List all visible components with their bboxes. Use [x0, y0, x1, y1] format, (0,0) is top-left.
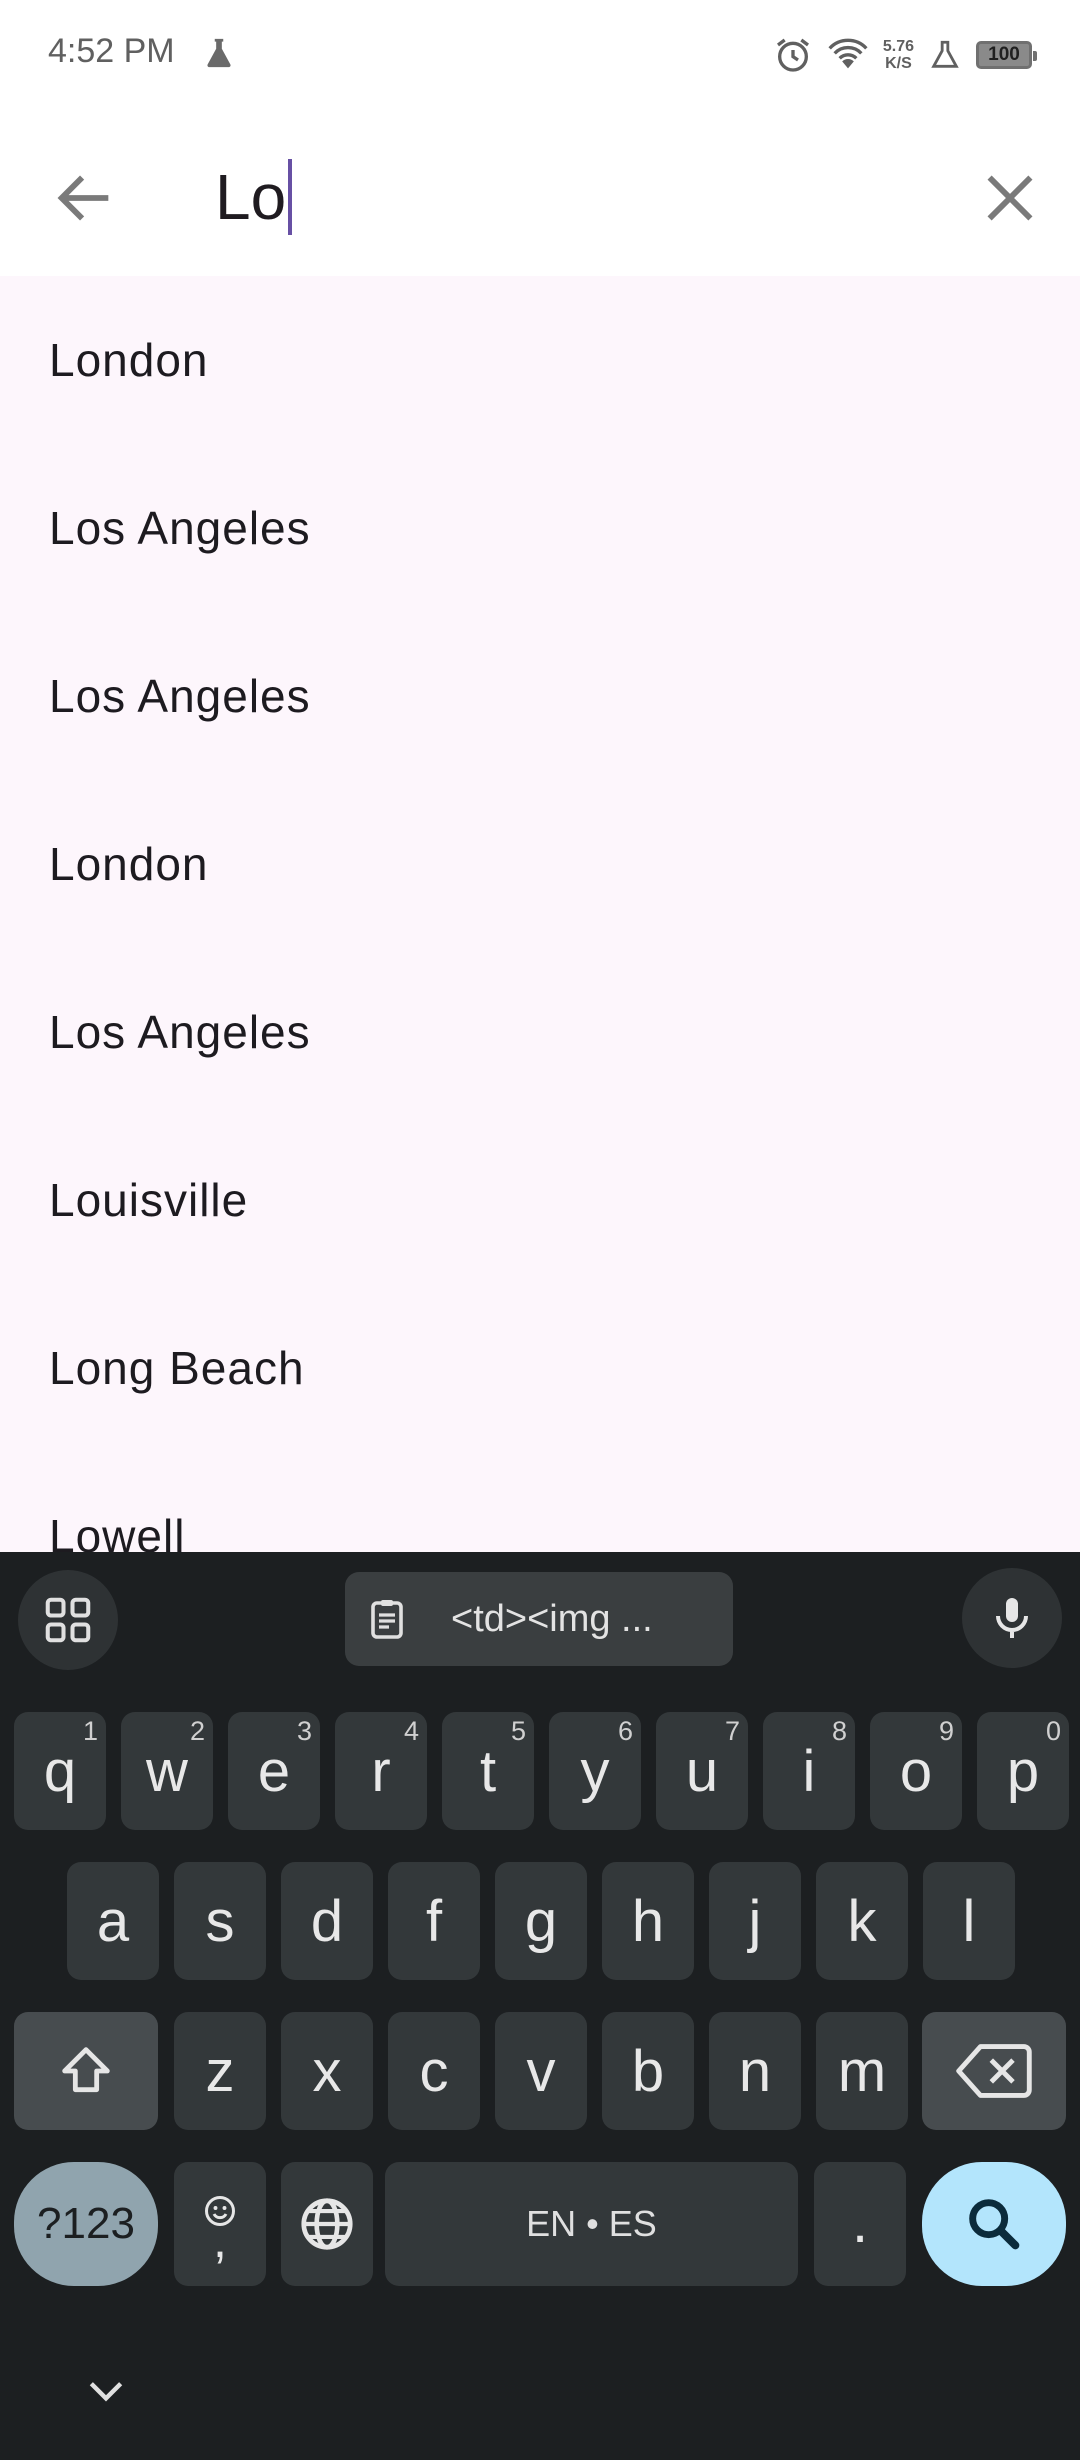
- key-o[interactable]: o9: [870, 1712, 962, 1830]
- key-label: w: [146, 1738, 188, 1804]
- status-time: 4:52 PM: [48, 32, 175, 70]
- search-header: Lo: [0, 110, 1080, 276]
- key-label: p: [1006, 1738, 1040, 1804]
- key-hint: 6: [617, 1716, 633, 1746]
- comma-emoji-key[interactable]: ,: [174, 2162, 266, 2286]
- search-query: Lo: [215, 161, 287, 233]
- period-key[interactable]: .: [814, 2162, 906, 2286]
- key-label: e: [257, 1738, 291, 1804]
- key-t[interactable]: t5: [442, 1712, 534, 1830]
- language-key[interactable]: [281, 2162, 373, 2286]
- key-label: y: [580, 1738, 610, 1804]
- key-q[interactable]: q1: [14, 1712, 106, 1830]
- key-r[interactable]: r4: [335, 1712, 427, 1830]
- symbols-key[interactable]: ?123: [14, 2162, 158, 2286]
- shift-icon: [62, 2047, 110, 2093]
- backspace-icon: [956, 2044, 1032, 2098]
- chevron-down-icon[interactable]: [84, 2376, 128, 2406]
- key-u[interactable]: u7: [656, 1712, 748, 1830]
- status-icons: 5.76 K/S 100: [773, 30, 1037, 80]
- clipboard-icon: [371, 1600, 403, 1639]
- network-speed-value: 5.76: [882, 38, 914, 55]
- key-hint: 5: [510, 1716, 526, 1746]
- key-l[interactable]: l: [923, 1862, 1015, 1980]
- key-hint: 2: [189, 1716, 205, 1746]
- key-v[interactable]: v: [495, 2012, 587, 2130]
- key-x[interactable]: x: [281, 2012, 373, 2130]
- keyboard: <td><img ... q1 w2 e3 r4 t5 y6 u7 i8 o9 …: [0, 1552, 1080, 2460]
- key-p[interactable]: p0: [977, 1712, 1069, 1830]
- key-label: o: [899, 1738, 933, 1804]
- shift-key[interactable]: [14, 2012, 158, 2130]
- clipboard-text: <td><img ...: [451, 1597, 653, 1640]
- lab-icon: [931, 40, 959, 68]
- apps-grid-icon: [45, 1597, 91, 1643]
- list-item[interactable]: London: [0, 780, 1080, 948]
- key-w[interactable]: w2: [121, 1712, 213, 1830]
- key-e[interactable]: e3: [228, 1712, 320, 1830]
- key-hint: 3: [296, 1716, 312, 1746]
- battery-icon: 100: [976, 41, 1037, 69]
- key-label: t: [479, 1738, 497, 1804]
- key-i[interactable]: i8: [763, 1712, 855, 1830]
- globe-icon: [301, 2198, 353, 2250]
- key-s[interactable]: s: [174, 1862, 266, 1980]
- key-hint: 0: [1045, 1716, 1061, 1746]
- list-item[interactable]: Los Angeles: [0, 948, 1080, 1116]
- text-caret: [288, 159, 293, 235]
- key-hint: 4: [403, 1716, 419, 1746]
- key-m[interactable]: m: [816, 2012, 908, 2130]
- search-input[interactable]: Lo: [215, 152, 915, 242]
- voice-input-button[interactable]: [962, 1568, 1062, 1668]
- flask-icon: [207, 38, 231, 68]
- comma-label: ,: [213, 2212, 227, 2268]
- key-k[interactable]: k: [816, 1862, 908, 1980]
- key-c[interactable]: c: [388, 2012, 480, 2130]
- key-hint: 9: [938, 1716, 954, 1746]
- list-item[interactable]: Louisville: [0, 1116, 1080, 1284]
- list-item[interactable]: Lowell: [0, 1452, 1080, 1552]
- space-key[interactable]: EN • ES: [385, 2162, 798, 2286]
- search-key[interactable]: [922, 2162, 1066, 2286]
- key-hint: 1: [82, 1716, 98, 1746]
- network-speed: 5.76 K/S: [883, 38, 914, 72]
- back-arrow-icon[interactable]: [50, 163, 120, 233]
- list-item[interactable]: Long Beach: [0, 1284, 1080, 1452]
- search-icon: [969, 2199, 1020, 2250]
- key-a[interactable]: a: [67, 1862, 159, 1980]
- clipboard-suggestion[interactable]: <td><img ...: [345, 1572, 733, 1666]
- results-list: London Los Angeles Los Angeles London Lo…: [0, 276, 1080, 1552]
- key-f[interactable]: f: [388, 1862, 480, 1980]
- key-hint: 7: [724, 1716, 740, 1746]
- alarm-icon: [776, 38, 809, 72]
- key-h[interactable]: h: [602, 1862, 694, 1980]
- key-d[interactable]: d: [281, 1862, 373, 1980]
- backspace-key[interactable]: [922, 2012, 1066, 2130]
- key-n[interactable]: n: [709, 2012, 801, 2130]
- key-label: i: [802, 1738, 816, 1804]
- key-y[interactable]: y6: [549, 1712, 641, 1830]
- keyboard-toolbar: <td><img ...: [0, 1552, 1080, 1682]
- key-b[interactable]: b: [602, 2012, 694, 2130]
- key-label: q: [43, 1738, 77, 1804]
- key-j[interactable]: j: [709, 1862, 801, 1980]
- key-label: r: [371, 1738, 391, 1804]
- list-item[interactable]: Los Angeles: [0, 612, 1080, 780]
- key-label: u: [685, 1738, 719, 1804]
- key-hint: 8: [831, 1716, 847, 1746]
- wifi-icon: [828, 38, 868, 69]
- list-item[interactable]: London: [0, 276, 1080, 444]
- key-g[interactable]: g: [495, 1862, 587, 1980]
- apps-grid-button[interactable]: [18, 1570, 118, 1670]
- list-item[interactable]: Los Angeles: [0, 444, 1080, 612]
- close-icon[interactable]: [975, 163, 1045, 233]
- network-speed-unit: K/S: [885, 55, 912, 72]
- mic-icon: [996, 1598, 1028, 1638]
- status-bar: 4:52 PM 5.76 K/S 100: [0, 0, 1080, 110]
- key-z[interactable]: z: [174, 2012, 266, 2130]
